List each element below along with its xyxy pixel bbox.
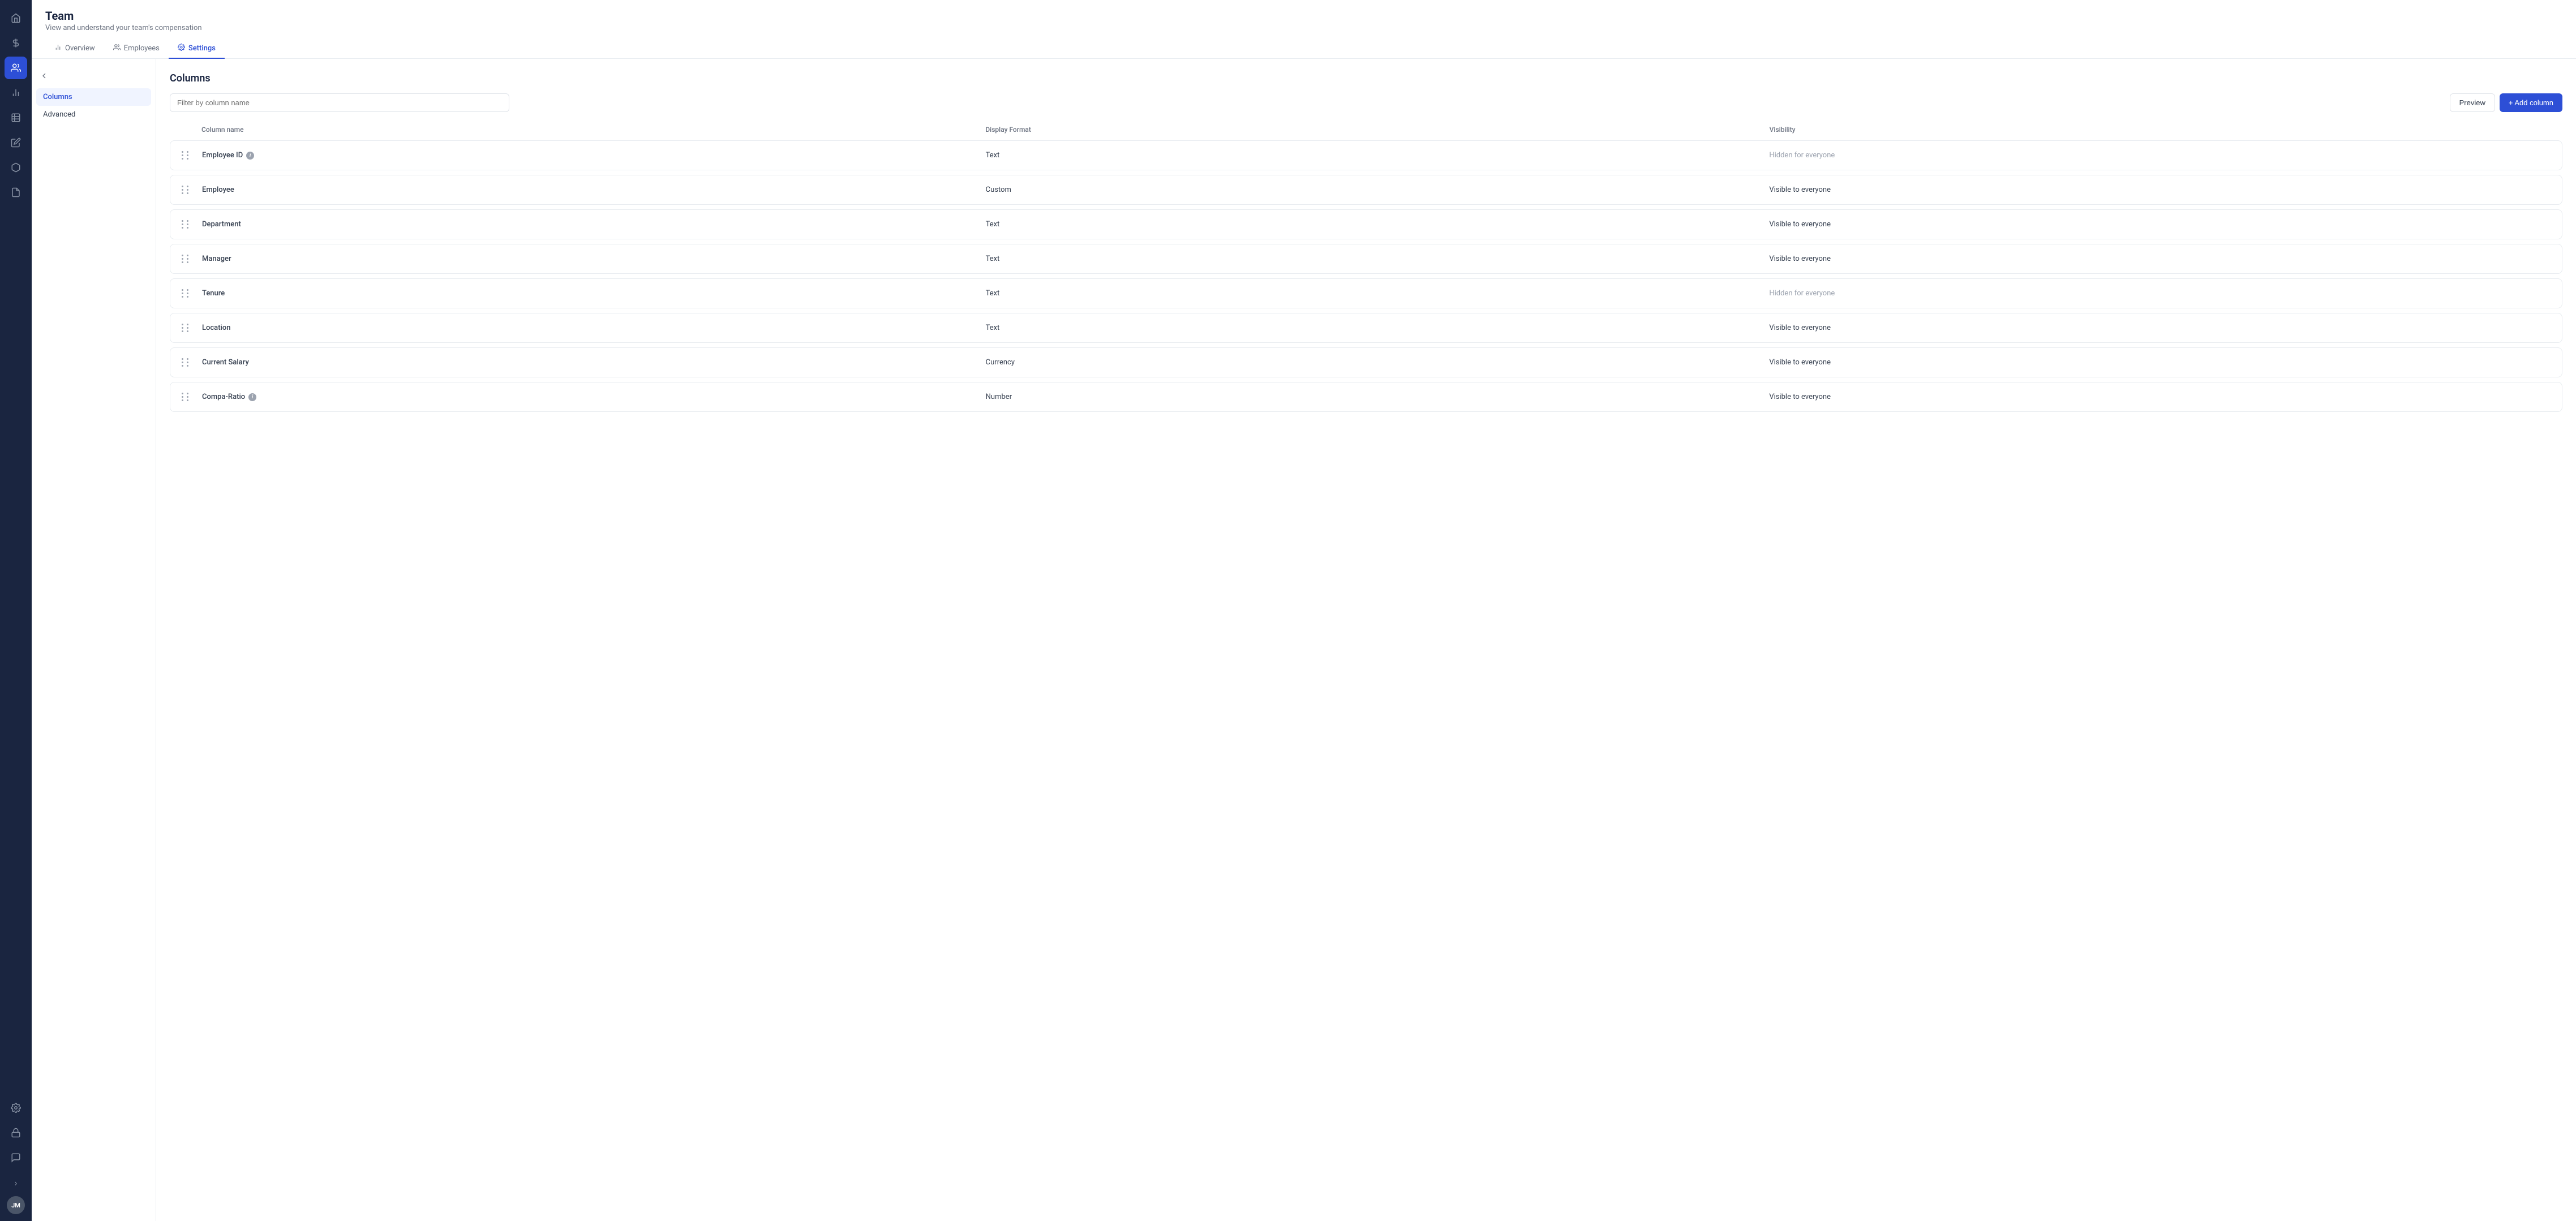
left-nav-columns[interactable]: Columns: [36, 88, 151, 106]
employees-icon: [113, 44, 121, 53]
columns-list: Employee IDi Text Hidden for everyone Em…: [170, 140, 2562, 412]
sidebar-icon-team[interactable]: [5, 57, 27, 79]
settings-tab-icon: [178, 44, 185, 53]
column-name: Location: [202, 324, 986, 332]
drag-handle[interactable]: [179, 218, 202, 231]
header: Team View and understand your team's com…: [32, 0, 2576, 59]
column-format: Custom: [986, 186, 1770, 194]
column-format: Text: [986, 289, 1770, 298]
column-format: Text: [986, 324, 1770, 332]
left-nav: Columns Advanced: [32, 59, 156, 1221]
drag-handle[interactable]: [179, 287, 202, 300]
column-visibility: Hidden for everyone: [1769, 289, 2553, 298]
column-name: Tenure: [202, 289, 986, 298]
column-format: Text: [986, 255, 1770, 263]
filter-input[interactable]: [170, 93, 509, 112]
sidebar-icon-table[interactable]: [5, 106, 27, 129]
drag-handle[interactable]: [179, 183, 202, 196]
column-visibility: Hidden for everyone: [1769, 151, 2553, 160]
tab-settings[interactable]: Settings: [169, 39, 225, 59]
info-icon[interactable]: i: [246, 152, 254, 160]
main-content: Team View and understand your team's com…: [32, 0, 2576, 1221]
sidebar-icon-balance[interactable]: [5, 32, 27, 54]
page-title: Team: [45, 9, 2562, 23]
table-row: Manager Text Visible to everyone: [170, 244, 2562, 274]
avatar[interactable]: JM: [7, 1196, 25, 1214]
preview-button[interactable]: Preview: [2450, 93, 2495, 112]
tab-bar: Overview Employees Settings: [45, 39, 2562, 58]
tab-employees[interactable]: Employees: [104, 39, 169, 59]
sidebar-icon-document[interactable]: [5, 181, 27, 204]
table-row: Current Salary Currency Visible to every…: [170, 347, 2562, 377]
column-format: Number: [986, 393, 1770, 401]
sidebar-icon-home[interactable]: [5, 7, 27, 29]
column-visibility: Visible to everyone: [1769, 393, 2553, 401]
sidebar-icon-package[interactable]: [5, 156, 27, 179]
column-visibility: Visible to everyone: [1769, 186, 2553, 194]
filter-bar: Preview + Add column: [170, 93, 2562, 112]
left-nav-advanced[interactable]: Advanced: [36, 106, 151, 123]
column-name: Employee IDi: [202, 151, 986, 160]
sidebar-icon-settings[interactable]: [5, 1097, 27, 1119]
column-visibility: Visible to everyone: [1769, 358, 2553, 367]
drag-handle[interactable]: [179, 390, 202, 403]
column-format: Text: [986, 151, 1770, 160]
section-title: Columns: [170, 72, 2562, 84]
drag-handle[interactable]: [179, 321, 202, 334]
table-row: Tenure Text Hidden for everyone: [170, 278, 2562, 308]
column-name: Employee: [202, 186, 986, 194]
table-row: Compa-Ratioi Number Visible to everyone: [170, 382, 2562, 412]
column-format: Text: [986, 220, 1770, 229]
drag-handle[interactable]: [179, 149, 202, 162]
column-visibility: Visible to everyone: [1769, 255, 2553, 263]
sidebar: › JM: [0, 0, 32, 1221]
overview-icon: [54, 44, 62, 53]
column-name: Department: [202, 220, 986, 229]
table-row: Employee Custom Visible to everyone: [170, 175, 2562, 205]
sidebar-icon-chart[interactable]: [5, 81, 27, 104]
back-button[interactable]: [36, 68, 52, 84]
col-header-format: Display Format: [985, 126, 1769, 134]
content-area: Columns Advanced Columns Preview + Add c…: [32, 59, 2576, 1221]
column-name: Compa-Ratioi: [202, 393, 986, 401]
col-header-name: Column name: [201, 126, 985, 134]
settings-content: Columns Preview + Add column Column name…: [156, 59, 2576, 1221]
column-visibility: Visible to everyone: [1769, 220, 2553, 229]
sidebar-icon-chat[interactable]: [5, 1146, 27, 1169]
column-name: Manager: [202, 255, 986, 263]
columns-table-header: Column name Display Format Visibility: [170, 121, 2562, 138]
column-format: Currency: [986, 358, 1770, 367]
sidebar-icon-edit[interactable]: [5, 131, 27, 154]
tab-overview[interactable]: Overview: [45, 39, 104, 59]
drag-handle[interactable]: [179, 356, 202, 369]
table-row: Department Text Visible to everyone: [170, 209, 2562, 239]
table-row: Location Text Visible to everyone: [170, 313, 2562, 343]
col-header-visibility: Visibility: [1770, 126, 2553, 134]
sidebar-expand-icon[interactable]: ›: [5, 1171, 27, 1194]
column-name: Current Salary: [202, 358, 986, 367]
add-column-button[interactable]: + Add column: [2500, 93, 2562, 112]
page-subtitle: View and understand your team's compensa…: [45, 24, 2562, 32]
sidebar-icon-lock[interactable]: [5, 1121, 27, 1144]
drag-handle[interactable]: [179, 252, 202, 265]
column-visibility: Visible to everyone: [1769, 324, 2553, 332]
info-icon[interactable]: i: [248, 393, 256, 401]
table-row: Employee IDi Text Hidden for everyone: [170, 140, 2562, 170]
